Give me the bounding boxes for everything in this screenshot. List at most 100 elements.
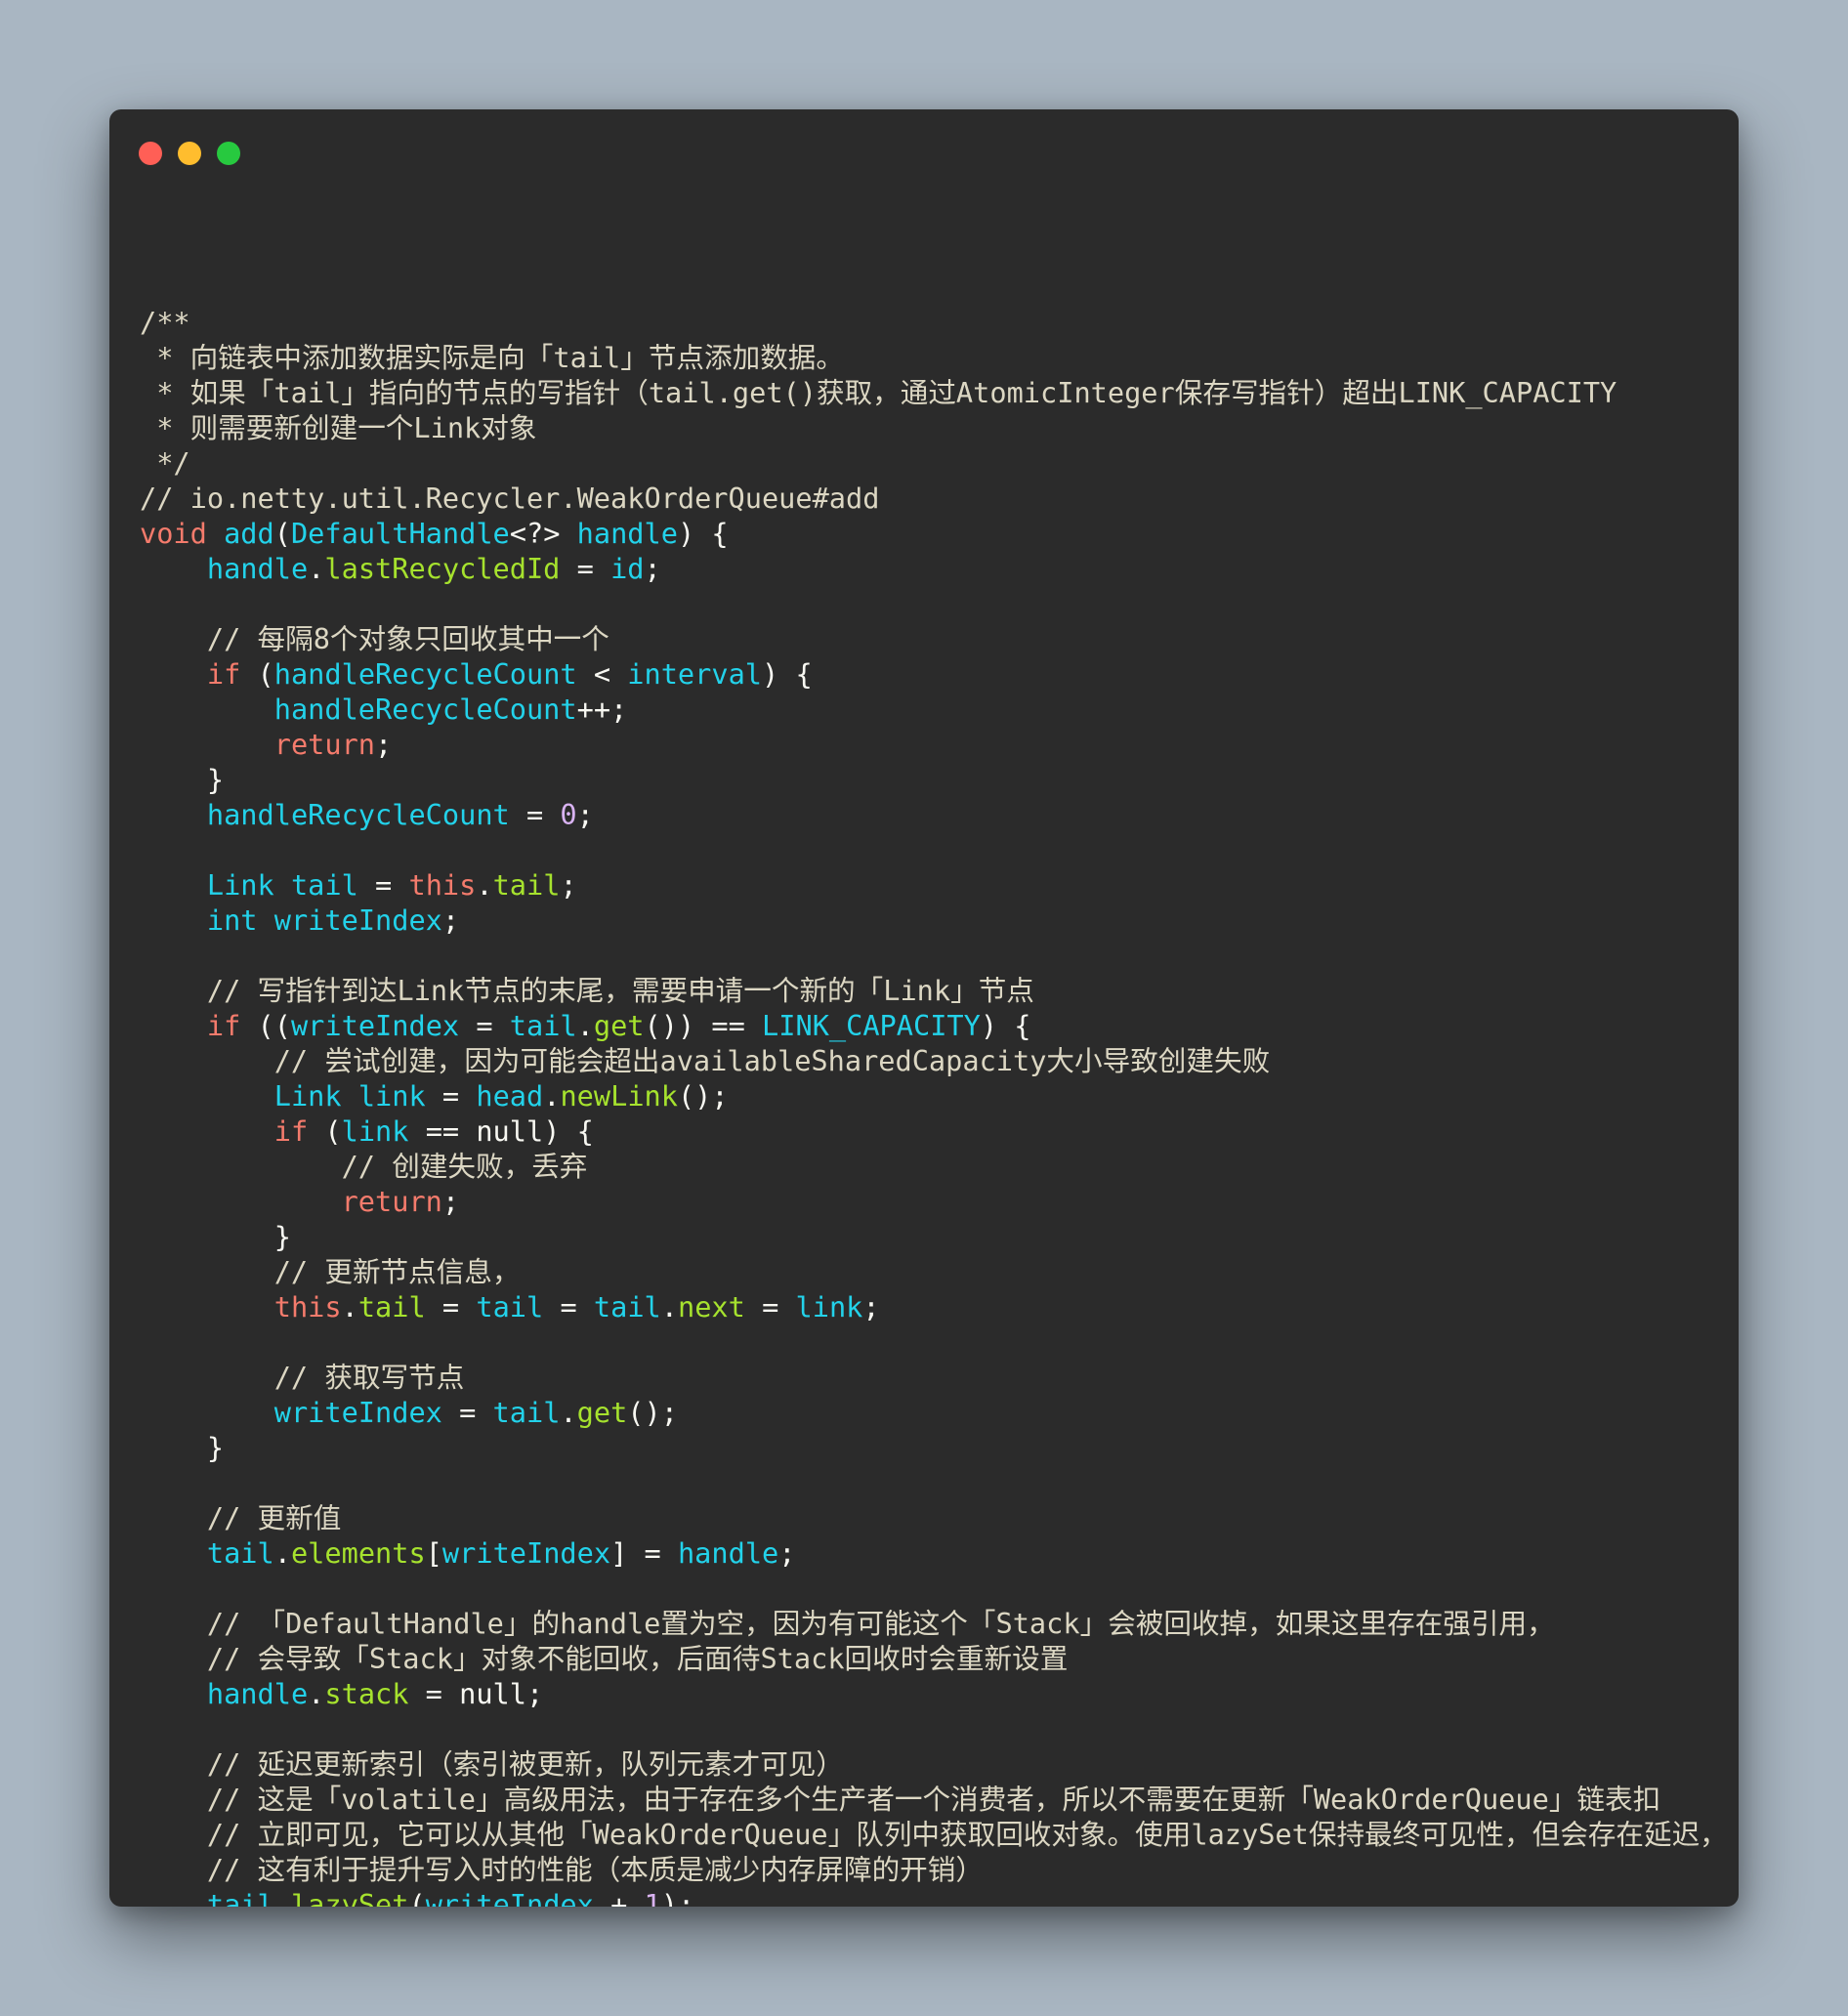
code-token: =: [560, 552, 611, 585]
code-token: DefaultHandle: [290, 517, 510, 550]
minimize-button[interactable]: [178, 142, 201, 165]
window-controls: [139, 142, 240, 165]
code-token: newLink: [560, 1079, 678, 1113]
code-token: tail: [206, 1536, 274, 1570]
code-line: if (handleRecycleCount < interval) {: [140, 656, 1719, 692]
code-line: // 更新节点信息，: [140, 1254, 1719, 1289]
code-token: <: [576, 657, 628, 691]
code-token: (: [240, 657, 274, 691]
code-token: .: [543, 1079, 561, 1113]
code-token: LINK_CAPACITY: [762, 1009, 981, 1042]
code-token: .: [476, 868, 493, 902]
code-token: .: [308, 552, 325, 585]
code-line: handle.lastRecycledId = id;: [140, 551, 1719, 586]
code-token: .: [576, 1009, 594, 1042]
code-token: ) {: [677, 517, 729, 550]
code-token: * 如果「tail」指向的节点的写指针（tail.get()获取，通过Atomi…: [140, 376, 1617, 409]
code-token: tail: [492, 868, 561, 902]
code-token: handle: [206, 552, 309, 585]
code-line: // 「DefaultHandle」的handle置为空，因为有可能这个「Sta…: [140, 1606, 1719, 1641]
close-button[interactable]: [139, 142, 162, 165]
code-token: =: [509, 798, 561, 831]
code-token: .: [660, 1290, 678, 1323]
code-line: */: [140, 445, 1719, 481]
code-line: }: [140, 762, 1719, 797]
code-line: /**: [140, 305, 1719, 340]
code-token: .: [308, 1677, 325, 1710]
code-window: /** * 向链表中添加数据实际是向「tail」节点添加数据。 * 如果「tai…: [109, 109, 1739, 1907]
code-token: .: [273, 1536, 291, 1570]
code-token: 1: [644, 1888, 661, 1907]
maximize-button[interactable]: [217, 142, 240, 165]
code-token: ++;: [576, 693, 628, 726]
code-token: link: [341, 1114, 409, 1148]
code-line: // 获取写节点: [140, 1360, 1719, 1395]
code-token: =: [357, 868, 409, 902]
code-token: .: [341, 1290, 358, 1323]
code-token: */: [140, 446, 190, 480]
code-token: ;: [441, 1185, 460, 1218]
code-token: 0: [560, 798, 577, 831]
code-token: Link: [206, 868, 274, 902]
code-token: link: [357, 1079, 426, 1113]
code-token: tail: [593, 1290, 661, 1323]
code-token: .: [560, 1396, 577, 1429]
code-token: =: [425, 1290, 477, 1323]
code-line: // 立即可见，它可以从其他「WeakOrderQueue」队列中获取回收对象。…: [140, 1817, 1728, 1852]
code-token: }: [140, 1220, 291, 1253]
code-token: * 向链表中添加数据实际是向「tail」节点添加数据。: [140, 341, 844, 374]
code-token: writeIndex: [273, 903, 442, 937]
code-token: (: [308, 1114, 342, 1148]
code-token: // 每隔8个对象只回收其中一个: [140, 622, 609, 655]
code-token: (: [408, 1888, 426, 1907]
code-token: next: [677, 1290, 745, 1323]
code-token: int: [206, 903, 258, 937]
code-token: tail: [206, 1888, 274, 1907]
code-token: this: [408, 868, 477, 902]
code-line: // 这有利于提升写入时的性能（本质是减少内存屏障的开销）: [140, 1852, 1719, 1887]
code-token: = null;: [408, 1677, 544, 1710]
code-token: get: [593, 1009, 645, 1042]
code-token: lazySet: [290, 1888, 409, 1907]
code-token: tail: [290, 868, 358, 902]
code-line: if (link == null) {: [140, 1113, 1719, 1149]
code-line: // 每隔8个对象只回收其中一个: [140, 621, 1719, 656]
code-token: head: [476, 1079, 544, 1113]
code-token: ;: [375, 728, 393, 761]
code-line: // 尝试创建，因为可能会超出availableSharedCapacity大小…: [140, 1043, 1719, 1078]
code-line: handleRecycleCount++;: [140, 692, 1719, 727]
code-line: // 写指针到达Link节点的末尾，需要申请一个新的「Link」节点: [140, 973, 1719, 1008]
code-token: elements: [290, 1536, 426, 1570]
code-token: handleRecycleCount: [273, 657, 577, 691]
code-token: tail: [476, 1290, 544, 1323]
code-token: void: [140, 517, 207, 550]
code-token: <?>: [509, 517, 577, 550]
code-token: interval: [627, 657, 763, 691]
code-token: /**: [140, 306, 190, 339]
code-token: ();: [677, 1079, 729, 1113]
code-token: }: [140, 1431, 225, 1464]
code-line: Link link = head.newLink();: [140, 1078, 1719, 1113]
code-token: // 这是「volatile」高级用法，由于存在多个生产者一个消费者，所以不需要…: [140, 1783, 1661, 1816]
code-token: if: [206, 1009, 241, 1042]
code-line: * 向链表中添加数据实际是向「tail」节点添加数据。: [140, 340, 1719, 375]
code-token: if: [273, 1114, 309, 1148]
code-token: tail: [357, 1290, 426, 1323]
code-line: // io.netty.util.Recycler.WeakOrderQueue…: [140, 481, 1719, 516]
